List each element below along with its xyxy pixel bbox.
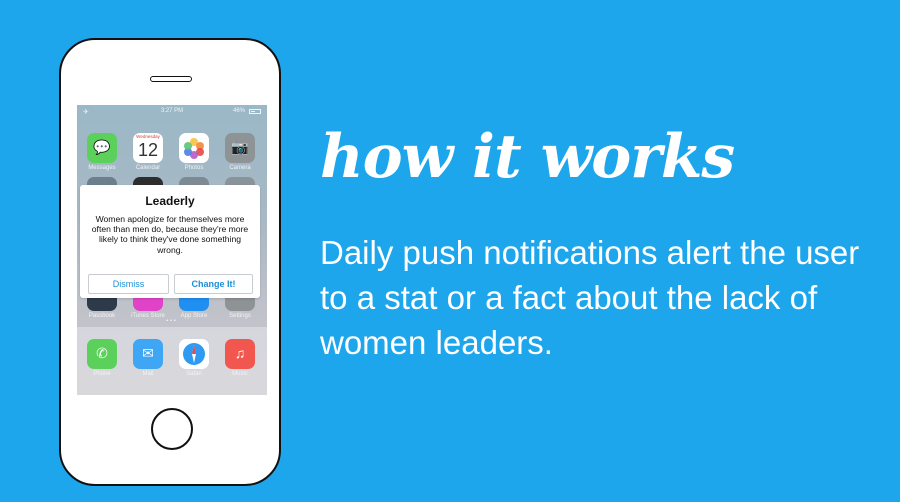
alert-message: Women apologize for themselves more ofte… bbox=[91, 214, 249, 255]
messages-icon[interactable]: 💬 bbox=[87, 133, 117, 163]
app-label-music: Music bbox=[232, 371, 248, 377]
app-label-phone: Phone bbox=[93, 371, 111, 377]
page-dots: ••• bbox=[166, 318, 178, 324]
app-label-photos: Photos bbox=[184, 165, 204, 171]
calendar-icon[interactable]: Wednesday 12 bbox=[133, 133, 163, 163]
app-label-camera: Camera bbox=[229, 165, 251, 171]
safari-icon[interactable] bbox=[179, 339, 209, 369]
home-button[interactable] bbox=[151, 408, 193, 450]
calendar-day: 12 bbox=[137, 140, 159, 160]
battery-percent: 46% bbox=[232, 108, 245, 114]
headline: how it works bbox=[320, 122, 735, 192]
mail-icon[interactable]: ✉ bbox=[133, 339, 163, 369]
photos-icon[interactable] bbox=[179, 133, 209, 163]
change-it-button[interactable]: Change It! bbox=[174, 274, 253, 294]
app-label-safari: Safari bbox=[186, 371, 202, 377]
app-label-messages: Messages bbox=[88, 165, 116, 171]
app-label-mail: Mail bbox=[142, 371, 154, 377]
dismiss-button[interactable]: Dismiss bbox=[88, 274, 169, 294]
app-label-calendar: Calendar bbox=[135, 165, 161, 171]
music-icon[interactable]: ♫ bbox=[225, 339, 255, 369]
calendar-weekday: Wednesday bbox=[136, 134, 160, 139]
camera-icon[interactable]: 📷 bbox=[225, 133, 255, 163]
speaker-grille bbox=[150, 76, 192, 82]
alert-title: Leaderly bbox=[145, 194, 195, 208]
battery-icon bbox=[249, 109, 261, 114]
dock: ✆ Phone ✉ Mail Safari ♫ Music bbox=[77, 327, 267, 395]
description: Daily push notifications alert the user … bbox=[320, 234, 860, 361]
notification-alert: Leaderly Women apologize for themselves … bbox=[80, 185, 260, 298]
status-bar: ✈ 3:27 PM 46% bbox=[77, 105, 267, 119]
phone-icon[interactable]: ✆ bbox=[87, 339, 117, 369]
